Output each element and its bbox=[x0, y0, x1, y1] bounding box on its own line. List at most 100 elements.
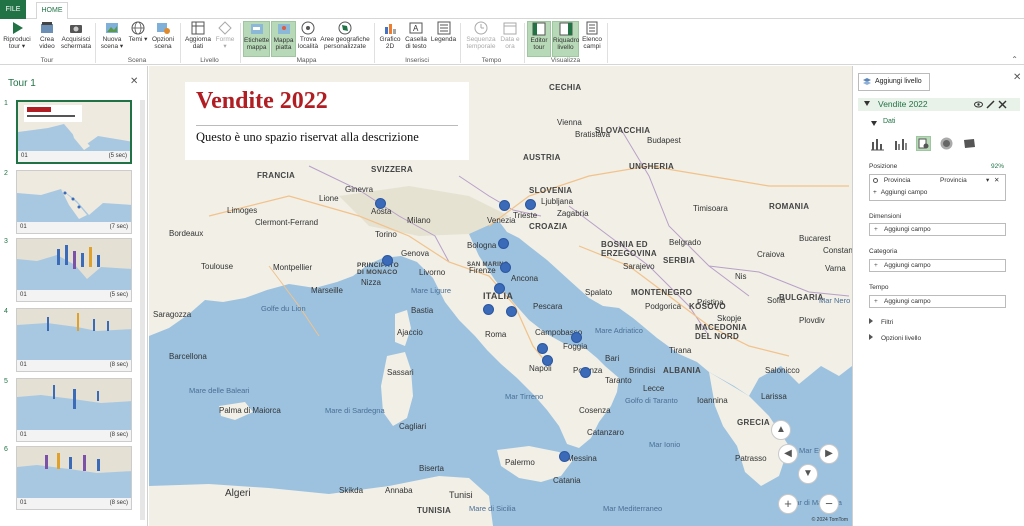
add-layer-button[interactable]: Aggiungi livello bbox=[858, 73, 930, 91]
field-list-button[interactable]: Elenco campi bbox=[580, 21, 604, 57]
find-location-button[interactable]: Trova località bbox=[297, 21, 319, 57]
data-point[interactable] bbox=[537, 343, 548, 354]
filters-section[interactable]: Filtri bbox=[869, 318, 893, 326]
map-title-box[interactable]: Vendite 2022 Questo è uno spazio riserva… bbox=[185, 82, 469, 160]
map-label-trieste: Trieste bbox=[513, 211, 538, 220]
capture-screen-button[interactable]: Acquisisci schermata bbox=[60, 21, 92, 57]
expand-icon[interactable] bbox=[871, 121, 877, 126]
data-point[interactable] bbox=[494, 283, 505, 294]
zoom-in-button[interactable]: + bbox=[778, 494, 798, 514]
scene-duration: (5 sec) bbox=[109, 292, 128, 298]
radio-icon[interactable] bbox=[873, 177, 878, 183]
remove-icon[interactable]: ✕ bbox=[994, 176, 999, 184]
map-label-mar-tirreno: Mar Tirreno bbox=[505, 392, 544, 401]
map-label-mare-adriatico: Mare Adriatico bbox=[595, 326, 643, 335]
position-field-type[interactable]: Provincia bbox=[940, 177, 967, 184]
shapes-button[interactable]: Forme ▾ bbox=[214, 21, 236, 57]
scene-options-button[interactable]: Opzioni scena bbox=[150, 21, 176, 57]
delete-icon[interactable] bbox=[998, 100, 1007, 109]
tour-editor-button[interactable]: Editor tour bbox=[527, 21, 551, 57]
legend-label: Legenda bbox=[430, 36, 457, 43]
tour-title: Tour 1 bbox=[8, 78, 36, 89]
add-field-row[interactable]: + Aggiungi campo bbox=[873, 189, 927, 196]
position-field-box[interactable]: Provincia Provincia ▾ ✕ + Aggiungi campo bbox=[869, 174, 1006, 201]
map-description: Questo è uno spazio riservat alla descri… bbox=[196, 125, 458, 145]
layer-header[interactable]: Vendite 2022 bbox=[858, 98, 1020, 111]
data-point[interactable] bbox=[559, 451, 570, 462]
data-point[interactable] bbox=[382, 255, 393, 266]
scene-thumbnail-4[interactable]: 4 01 (8 sec) bbox=[4, 308, 132, 372]
data-point[interactable] bbox=[483, 304, 494, 315]
map-label-cagliari: Cagliari bbox=[399, 422, 427, 431]
date-time-button[interactable]: Data e ora bbox=[500, 21, 520, 57]
data-point[interactable] bbox=[571, 332, 582, 343]
add-field-label: Aggiungi campo bbox=[880, 189, 928, 196]
pan-up-button[interactable]: ▲ bbox=[771, 420, 791, 440]
data-point[interactable] bbox=[375, 198, 386, 209]
map-labels-button[interactable]: Etichette mappa bbox=[243, 21, 270, 57]
themes-button[interactable]: Temi ▾ bbox=[127, 21, 149, 57]
chart-2d-button[interactable]: Grafico 2D bbox=[377, 21, 403, 57]
field-list-label: Elenco campi bbox=[582, 36, 602, 50]
map-label-golfo-taranto: Golfo di Taranto bbox=[625, 396, 678, 405]
data-point[interactable] bbox=[542, 355, 553, 366]
time-add-field[interactable]: + Aggiungi campo bbox=[869, 295, 1006, 308]
close-icon[interactable]: ✕ bbox=[130, 76, 138, 87]
map-labels-icon bbox=[250, 24, 263, 34]
create-video-button[interactable]: Crea video bbox=[34, 21, 60, 57]
pan-right-button[interactable]: ▶ bbox=[819, 444, 839, 464]
data-point[interactable] bbox=[506, 306, 517, 317]
scene-thumbnail-6[interactable]: 6 01 (8 sec) bbox=[4, 446, 132, 510]
refresh-data-button[interactable]: Aggiorna dati bbox=[183, 21, 213, 57]
collapse-icon[interactable] bbox=[864, 101, 870, 106]
scene-preview: 01 (8 sec) bbox=[16, 308, 132, 372]
add-layer-icon bbox=[863, 78, 871, 85]
pan-down-button[interactable]: ▼ bbox=[798, 464, 818, 484]
dropdown-icon[interactable]: ▾ bbox=[986, 176, 989, 184]
flat-map-button[interactable]: Mappa piatta bbox=[271, 21, 296, 57]
tab-home[interactable]: HOME bbox=[36, 2, 68, 20]
text-box-button[interactable]: A Casella di testo bbox=[403, 21, 429, 57]
region-icon[interactable] bbox=[962, 136, 977, 151]
scene-duration: (8 sec) bbox=[109, 432, 128, 438]
custom-regions-button[interactable]: Aree geografiche personalizzate bbox=[320, 21, 370, 57]
time-label: Tempo bbox=[869, 284, 889, 291]
heatmap-icon[interactable] bbox=[939, 136, 954, 151]
dimension-add-field[interactable]: + Aggiungi campo bbox=[869, 223, 1006, 236]
timeline-button[interactable]: Sequenza temporale bbox=[463, 21, 499, 57]
data-point[interactable] bbox=[580, 367, 591, 378]
layer-pane-button[interactable]: Riquadro livello bbox=[552, 21, 579, 57]
layer-options-section[interactable]: Opzioni livello bbox=[869, 334, 921, 342]
pan-left-button[interactable]: ◀ bbox=[778, 444, 798, 464]
data-point[interactable] bbox=[499, 200, 510, 211]
legend-button[interactable]: Legenda bbox=[430, 21, 457, 57]
timeline-label: Sequenza temporale bbox=[466, 36, 496, 50]
close-icon[interactable]: ✕ bbox=[1013, 72, 1021, 83]
scene-thumbnail-5[interactable]: 5 01 (8 sec) bbox=[4, 378, 132, 442]
map-label-zagabria: Zagabria bbox=[557, 209, 589, 218]
eye-icon[interactable] bbox=[974, 100, 983, 109]
scene-thumbnail-2[interactable]: 2 01 (7 sec) bbox=[4, 170, 132, 234]
tab-file[interactable]: FILE bbox=[0, 0, 26, 19]
scene-thumbnail-1[interactable]: 1 01 (5 sec) bbox=[4, 100, 132, 164]
play-tour-button[interactable]: Riproduci tour ▾ bbox=[2, 21, 32, 57]
category-add-field[interactable]: + Aggiungi campo bbox=[869, 259, 1006, 272]
clustered-column-icon[interactable] bbox=[893, 136, 908, 151]
map-canvas[interactable]: FRANCIA SVIZZERA AUSTRIA CECHIA SLOVACCH… bbox=[149, 66, 852, 526]
bubble-icon[interactable] bbox=[916, 136, 931, 151]
pencil-icon[interactable] bbox=[986, 100, 995, 109]
scene-preview: 01 (5 sec) bbox=[16, 238, 132, 302]
tour-scrollbar[interactable] bbox=[140, 100, 145, 520]
zoom-out-button[interactable]: − bbox=[819, 494, 839, 514]
data-point[interactable] bbox=[500, 262, 511, 273]
ribbon-collapse-icon[interactable]: ⌃ bbox=[1011, 55, 1018, 64]
stacked-column-icon[interactable] bbox=[870, 136, 885, 151]
new-scene-button[interactable]: Nuova scena ▾ bbox=[98, 21, 126, 57]
data-point[interactable] bbox=[525, 199, 536, 210]
scene-thumbnail-3[interactable]: 3 01 (5 sec) bbox=[4, 238, 132, 302]
shapes-label: Forme ▾ bbox=[215, 36, 235, 50]
map-label-mare-baleari: Mare delle Baleari bbox=[189, 386, 250, 395]
map-label-lione: Lione bbox=[319, 194, 339, 203]
filters-label: Filtri bbox=[881, 319, 894, 326]
data-point[interactable] bbox=[498, 238, 509, 249]
